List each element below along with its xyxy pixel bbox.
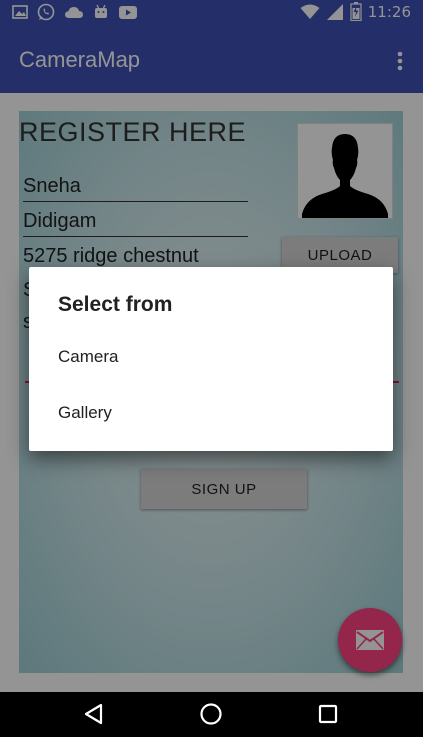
recents-icon[interactable] [314,700,342,728]
dialog-option-gallery[interactable]: Gallery [29,385,393,441]
select-source-dialog: Select from Camera Gallery [29,267,393,451]
back-icon[interactable] [80,700,108,728]
dialog-option-label: Camera [58,347,119,366]
dialog-option-camera[interactable]: Camera [29,329,393,385]
home-icon[interactable] [197,700,225,728]
navigation-bar [0,692,423,737]
screen: 11:26 CameraMap REGISTER HERE Sneha Didi… [0,0,423,737]
dialog-title: Select from [58,293,173,316]
dialog-option-label: Gallery [58,403,112,422]
